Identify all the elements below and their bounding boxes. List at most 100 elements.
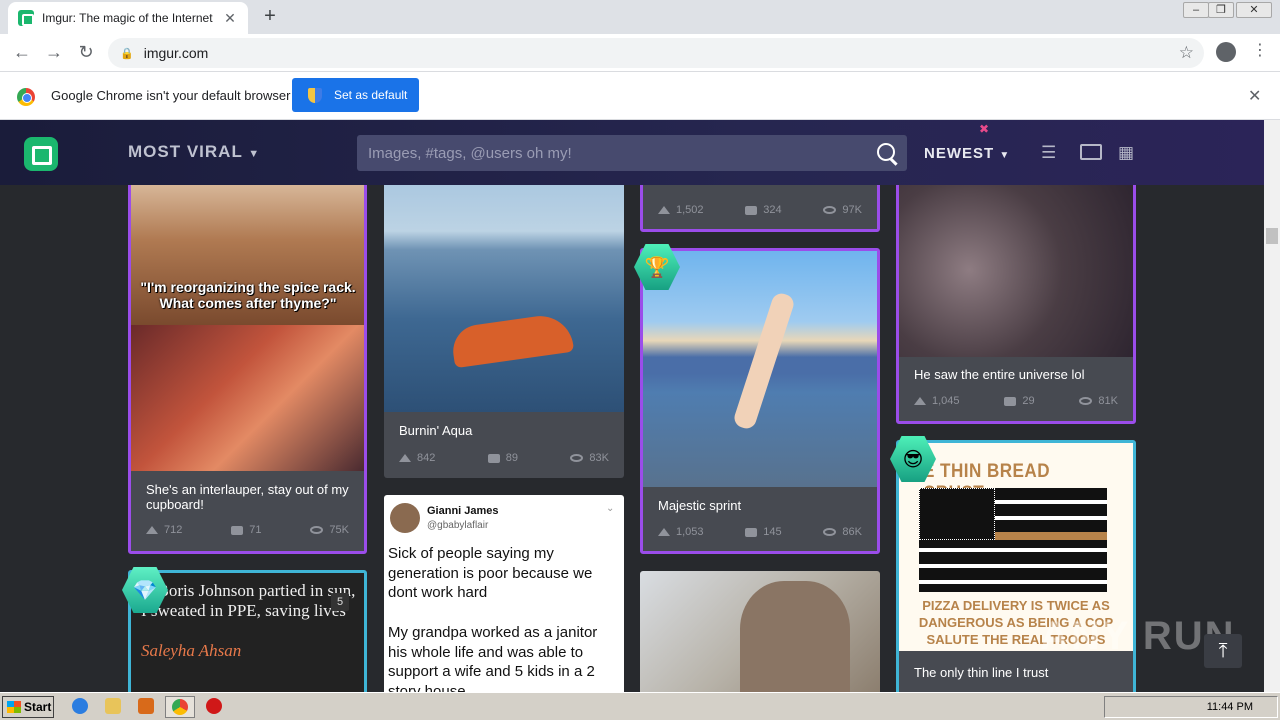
search-icon[interactable] — [877, 143, 895, 161]
quote-text: le Boris Johnson partied in sun, I sweat… — [141, 581, 356, 620]
caret-down-icon: ▼ — [999, 150, 1011, 161]
new-tab-button[interactable]: + — [258, 6, 282, 26]
browser-toolbar: ← → ↻ 🔒 imgur.com ☆ — [0, 34, 1280, 72]
infobar-close-icon[interactable]: ✕ — [1248, 86, 1261, 106]
imgur-header: MOST VIRAL ▼ NEWEST ▼ ✖ ☰ ▦ — [0, 120, 1264, 185]
flag-stars — [919, 488, 995, 540]
lock-icon: 🔒 — [120, 47, 134, 60]
sparkle-decoration-icon: ✖ — [979, 122, 990, 136]
menu-dots-icon[interactable]: ⋮ — [1252, 40, 1268, 62]
comment-icon — [745, 205, 758, 215]
post-image — [899, 183, 1133, 357]
bookmark-star-icon[interactable]: ☆ — [1179, 43, 1194, 63]
views-icon — [570, 454, 584, 462]
post-title: The only thin line I trust — [914, 665, 1049, 680]
tweet-text: Sick of people saying my generation is p… — [388, 545, 593, 601]
scrollbar-thumb[interactable] — [1266, 228, 1278, 244]
post-stats: 712 71 75K — [146, 524, 349, 536]
upvote-icon[interactable] — [914, 397, 926, 405]
filter-icon[interactable]: ☰ — [1041, 144, 1056, 162]
compact-view-icon[interactable] — [1080, 144, 1102, 160]
folder-icon[interactable] — [105, 698, 121, 714]
stop-icon[interactable] — [206, 698, 222, 714]
grid-view-icon[interactable]: ▦ — [1118, 144, 1134, 162]
avatar — [390, 503, 420, 533]
address-bar[interactable]: 🔒 imgur.com ☆ — [108, 38, 1204, 68]
windows-logo-icon — [7, 701, 21, 713]
views-icon — [823, 206, 837, 214]
views-icon — [310, 526, 324, 534]
comment-icon — [1004, 396, 1017, 406]
post-image — [384, 180, 624, 412]
imgur-favicon-icon — [18, 10, 34, 26]
tweet-handle: @gbabylaflair — [427, 520, 489, 531]
start-button[interactable]: Start — [2, 696, 54, 718]
comment-icon — [231, 525, 244, 535]
chrome-logo-icon — [17, 88, 35, 106]
vertical-scrollbar[interactable] — [1264, 120, 1280, 692]
post-card[interactable] — [640, 571, 880, 692]
comment-icon — [745, 527, 758, 537]
restore-button[interactable]: ❐ — [1208, 2, 1234, 18]
post-title: Majestic sprint — [658, 498, 742, 513]
back-to-top-button[interactable]: ⤒ — [1204, 634, 1242, 668]
close-window-button[interactable]: ✕ — [1236, 2, 1272, 18]
chrome-task-button[interactable] — [165, 696, 195, 718]
post-title: Burnin' Aqua — [399, 423, 473, 438]
clock: 11:44 PM — [1206, 701, 1253, 713]
post-stats: 1,502 324 97K — [658, 204, 862, 216]
chevron-down-icon[interactable]: ⌄ — [606, 503, 614, 514]
quote-author: Saleyha Ahsan — [141, 641, 242, 660]
post-title: He saw the entire universe lol — [914, 367, 1085, 382]
tab-strip: Imgur: The magic of the Internet ✕ + – ❐… — [0, 0, 1280, 34]
order-dropdown[interactable]: NEWEST ▼ — [924, 145, 1010, 162]
post-card[interactable]: Majestic sprint 1,053 145 86K — [640, 248, 880, 554]
search-bar[interactable] — [357, 135, 907, 171]
tweet-name: Gianni James — [427, 505, 499, 517]
comment-icon — [487, 453, 500, 463]
search-input[interactable] — [357, 135, 857, 171]
media-player-icon[interactable] — [138, 698, 154, 714]
album-count-badge: 5 — [331, 593, 349, 611]
post-stats: 1,053 145 86K — [658, 526, 862, 538]
post-title: She's an interlauper, stay out of my cup… — [146, 482, 349, 512]
tab-close-icon[interactable]: ✕ — [222, 10, 238, 27]
post-stats: 1,045 29 81K — [914, 395, 1118, 407]
back-icon[interactable]: ← — [10, 42, 34, 62]
upvote-icon[interactable] — [658, 528, 670, 536]
shield-icon — [308, 87, 322, 103]
profile-avatar-icon[interactable] — [1216, 42, 1236, 62]
tab-title: Imgur: The magic of the Internet — [42, 11, 213, 25]
caret-down-icon: ▼ — [248, 148, 261, 160]
system-tray: 11:44 PM — [1104, 696, 1278, 718]
taskbar: Start 11:44 PM — [0, 692, 1280, 720]
set-default-label: Set as default — [334, 88, 408, 102]
post-card[interactable]: Burnin' Aqua 842 89 83K — [384, 180, 624, 478]
reload-icon[interactable]: ↻ — [74, 42, 98, 62]
upvote-icon[interactable] — [399, 454, 411, 462]
upvote-icon[interactable] — [146, 526, 158, 534]
post-card[interactable]: He saw the entire universe lol 1,045 29 … — [896, 180, 1136, 424]
post-stats: 842 89 83K — [399, 452, 609, 464]
image-caption: "I'm reorganizing the spice rack. What c… — [140, 279, 356, 311]
minimize-button[interactable]: – — [1183, 2, 1209, 18]
sort-dropdown[interactable]: MOST VIRAL ▼ — [128, 142, 260, 162]
imgur-logo-icon[interactable] — [24, 137, 58, 171]
forward-icon[interactable]: → — [42, 42, 66, 62]
ie-icon[interactable] — [72, 698, 88, 714]
infobar-text: Google Chrome isn't your default browser — [51, 88, 291, 103]
url-text: imgur.com — [143, 45, 209, 61]
post-image — [131, 325, 364, 471]
tab-imgur[interactable]: Imgur: The magic of the Internet ✕ — [8, 2, 248, 34]
chrome-icon — [172, 699, 188, 715]
views-icon — [1079, 397, 1093, 405]
start-label: Start — [24, 700, 52, 714]
upvote-icon[interactable] — [658, 206, 670, 214]
post-card[interactable]: Gianni James @gbabylaflair ⌄ Sick of peo… — [384, 495, 624, 692]
post-card[interactable]: "I'm reorganizing the spice rack. What c… — [128, 180, 367, 554]
post-image — [740, 581, 850, 692]
default-browser-infobar: Google Chrome isn't your default browser… — [0, 72, 1280, 120]
views-icon — [823, 528, 837, 536]
tweet-text: My grandpa worked as a janitor his whole… — [388, 624, 598, 692]
set-default-button[interactable]: Set as default — [292, 78, 419, 112]
